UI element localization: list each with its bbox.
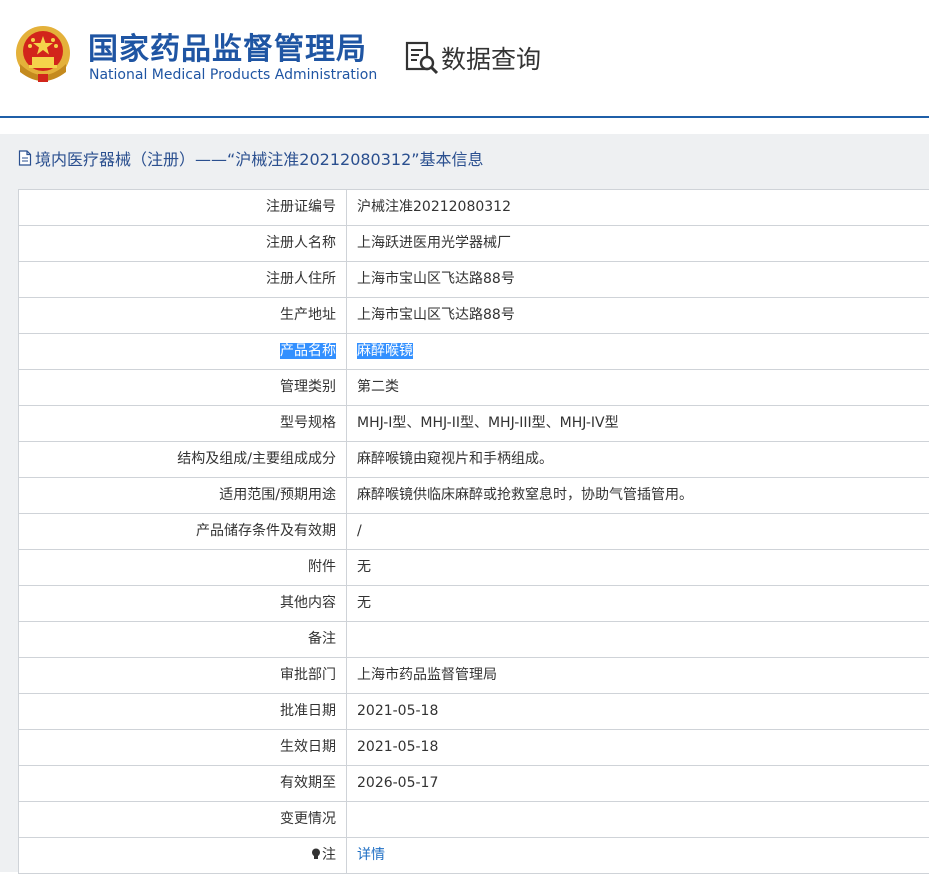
field-value [347,802,929,837]
table-row: 注册人住所 上海市宝山区飞达路88号 [19,262,929,298]
table-row: 批准日期 2021-05-18 [19,694,929,730]
field-value [347,622,929,657]
field-label: 批准日期 [19,694,347,729]
table-row: 产品储存条件及有效期 / [19,514,929,550]
field-value: / [357,523,362,539]
panel-title: 境内医疗器械（注册）——“沪械注准20212080312”基本信息 [18,147,484,169]
site-header: 国家药品监督管理局 National Medical Products Admi… [0,0,929,118]
field-value: 上海市药品监督管理局 [357,667,497,683]
field-value: 详情 [347,838,929,873]
site-title-cn: 国家药品监督管理局 [88,32,367,67]
field-value: MHJ-I型、MHJ-II型、MHJ-III型、MHJ-IV型 [357,415,619,431]
table-row: 有效期至 2026-05-17 [19,766,929,802]
field-label: 产品名称 [19,334,347,369]
field-value: 2021-05-18 [357,739,439,755]
field-label: 附件 [19,550,347,585]
lightbulb-icon [312,848,320,859]
field-label: 有效期至 [19,766,347,801]
field-label: 注册人住所 [19,262,347,297]
details-link[interactable]: 详情 [357,847,385,863]
field-value: 2026-05-17 [357,775,439,791]
field-label: 审批部门 [19,658,347,693]
field-value: 上海跃进医用光学器械厂 [357,235,511,251]
site-title-en: National Medical Products Administration [89,67,378,83]
table-row: 附件 无 [19,550,929,586]
selected-label-text: 产品名称 [280,343,336,359]
table-row: 适用范围/预期用途 麻醉喉镜供临床麻醉或抢救窒息时，协助气管插管用。 [19,478,929,514]
field-label: 变更情况 [19,802,347,837]
field-value: 上海市宝山区飞达路88号 [357,307,515,323]
search-document-icon [405,41,439,75]
field-label: 管理类别 [19,370,347,405]
field-label: 注册证编号 [19,190,347,225]
table-row: 结构及组成/主要组成成分 麻醉喉镜由窥视片和手柄组成。 [19,442,929,478]
field-label: 其他内容 [19,586,347,621]
field-label: 型号规格 [19,406,347,441]
field-value: 无 [357,559,371,575]
table-row: 型号规格 MHJ-I型、MHJ-II型、MHJ-III型、MHJ-IV型 [19,406,929,442]
field-value: 麻醉喉镜供临床麻醉或抢救窒息时，协助气管插管用。 [357,487,693,503]
national-emblem-icon [16,26,70,82]
table-row: 生效日期 2021-05-18 [19,730,929,766]
header-divider [0,116,929,118]
field-value: 2021-05-18 [357,703,439,719]
note-label: 注 [322,847,336,863]
field-value: 麻醉喉镜由窥视片和手柄组成。 [357,451,553,467]
document-icon [18,150,32,166]
field-value: 沪械注准20212080312 [357,199,511,215]
table-row: 注 详情 [19,838,929,874]
table-row: 其他内容 无 [19,586,929,622]
selected-value-text: 麻醉喉镜 [357,343,413,359]
panel-title-text: 境内医疗器械（注册）——“沪械注准20212080312”基本信息 [35,150,484,169]
table-row: 变更情况 [19,802,929,838]
table-row: 审批部门 上海市药品监督管理局 [19,658,929,694]
field-label: 适用范围/预期用途 [19,478,347,513]
field-label: 生产地址 [19,298,347,333]
field-label: 备注 [19,622,347,657]
field-value: 第二类 [357,379,399,395]
field-label: 生效日期 [19,730,347,765]
table-row: 产品名称 麻醉喉镜 [19,334,929,370]
table-row: 管理类别 第二类 [19,370,929,406]
table-row: 生产地址 上海市宝山区飞达路88号 [19,298,929,334]
info-table: 注册证编号 沪械注准20212080312 注册人名称 上海跃进医用光学器械厂 … [18,189,929,874]
table-row: 注册人名称 上海跃进医用光学器械厂 [19,226,929,262]
field-value: 麻醉喉镜 [347,334,929,369]
data-query-link[interactable]: 数据查询 [441,40,541,76]
field-label: 注 [19,838,347,873]
field-value: 上海市宝山区飞达路88号 [357,271,515,287]
field-label: 产品储存条件及有效期 [19,514,347,549]
table-row: 注册证编号 沪械注准20212080312 [19,190,929,226]
field-label: 结构及组成/主要组成成分 [19,442,347,477]
field-label: 注册人名称 [19,226,347,261]
field-value: 无 [357,595,371,611]
table-row: 备注 [19,622,929,658]
